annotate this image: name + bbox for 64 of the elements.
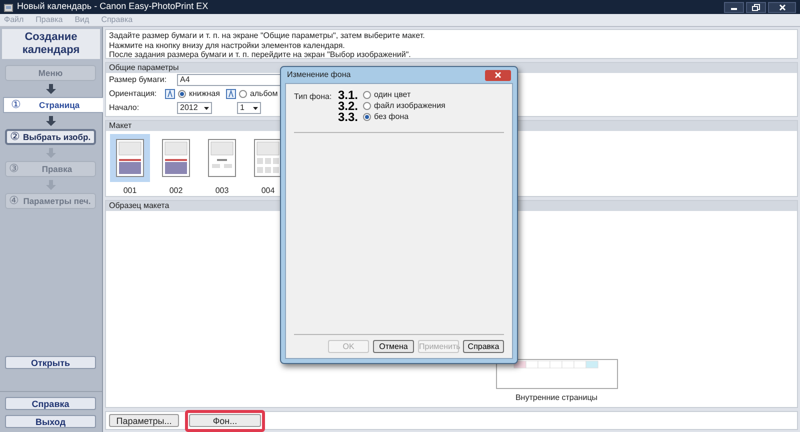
minimize-button[interactable]: [724, 2, 744, 12]
dialog-button[interactable]: Справка: [463, 340, 504, 353]
thumbnail-label: 001: [123, 185, 137, 197]
section-title: Общие параметры: [109, 62, 179, 74]
page-orientation-icon: [226, 89, 236, 99]
radio-label: книжная: [189, 88, 220, 100]
field-label: Начало:: [109, 102, 140, 114]
step-marker: 3.1.: [338, 86, 360, 102]
radio-button[interactable]: [363, 112, 371, 120]
close-icon: [495, 72, 501, 78]
dropdown-arrow-icon: [253, 106, 258, 110]
radio-label: альбом: [250, 88, 278, 100]
field-label: Тип фона:: [294, 91, 333, 103]
section-title: Образец макета: [109, 200, 170, 212]
app-icon: [4, 2, 13, 12]
field-label: Размер бумаги:: [109, 74, 168, 86]
month-dropdown[interactable]: 1: [237, 102, 261, 114]
radio-label: без фона: [374, 110, 409, 122]
dropdown-arrow-icon: [204, 106, 209, 110]
instruction-text: После задания размера бумаги и т. п. перейдите на экран "Выбор изображений".: [109, 50, 412, 60]
down-arrow-icon: [46, 84, 56, 94]
thumbnail-label: 003: [215, 185, 229, 197]
page-layout-icon: [254, 139, 282, 177]
radio-button[interactable]: [238, 90, 247, 98]
layout-thumbnail[interactable]: [110, 134, 150, 182]
dialog-button[interactable]: Отмена: [373, 340, 414, 353]
restore-button[interactable]: [746, 2, 766, 12]
radio-label: один цвет: [374, 88, 411, 100]
section-title: Макет: [109, 120, 132, 132]
thumbnail-label: 004: [261, 185, 275, 197]
down-arrow-icon: [46, 148, 56, 158]
radio-button[interactable]: [363, 102, 371, 110]
restore-icon: [752, 4, 760, 10]
down-arrow-icon: [46, 180, 56, 190]
page-layout-icon: [116, 139, 144, 177]
dropdown-value: A4: [180, 74, 190, 86]
preview-caption: Внутренние страницы: [515, 392, 598, 404]
dropdown-value: 2012: [180, 102, 198, 114]
close-button[interactable]: [768, 2, 796, 12]
radio-button[interactable]: [363, 90, 371, 98]
page-orientation-icon: [165, 89, 175, 99]
thumbnail-label: 002: [169, 185, 183, 197]
down-arrow-icon: [46, 116, 56, 126]
sidebar-title: Создание календаря: [21, 31, 81, 57]
page-layout-icon: [208, 139, 236, 177]
step-button[interactable]: ② Выбрать изобр.: [5, 129, 96, 145]
dropdown-value: 1: [240, 102, 244, 114]
bottom-button[interactable]: Фон...: [189, 414, 261, 426]
instruction-text: Задайте размер бумаги и т. п. на экране "Общие параметры", затем выберите макет.: [109, 31, 426, 40]
step-marker: 3.3.: [338, 110, 360, 126]
instruction-text: Нажмите на кнопку внизу для настройки элементов календаря.: [109, 40, 346, 50]
year-dropdown[interactable]: 2012: [177, 102, 212, 114]
page-layout-icon: [162, 139, 190, 177]
step-marker: 3.2.: [338, 98, 360, 112]
exit-button[interactable]: Выход: [5, 415, 96, 428]
open-button[interactable]: Открыть: [5, 356, 96, 369]
bottom-button[interactable]: Параметры...: [109, 414, 179, 427]
radio-button[interactable]: [178, 90, 186, 98]
window-title: Новый календарь - Canon Easy-PhotoPrint EX: [17, 0, 208, 14]
step-button[interactable]: ① Страница: [3, 97, 103, 113]
help-button[interactable]: Справка: [5, 397, 96, 410]
radio-label: файл изображения: [374, 100, 446, 112]
field-label: Ориентация:: [109, 88, 158, 100]
close-icon: [778, 4, 786, 10]
